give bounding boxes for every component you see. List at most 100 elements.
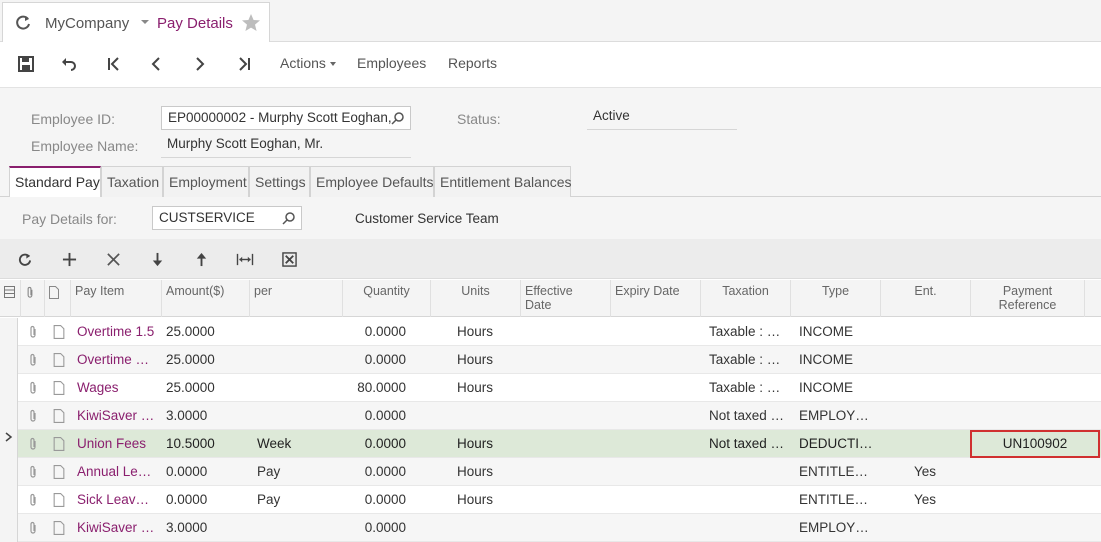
move-up-button[interactable] bbox=[191, 249, 211, 269]
paperclip-icon[interactable] bbox=[27, 493, 39, 507]
paperclip-icon[interactable] bbox=[27, 437, 39, 451]
cell-pay-item[interactable]: Sick Leav… bbox=[77, 486, 159, 514]
header-payment-reference[interactable]: Payment Reference bbox=[970, 280, 1084, 317]
row-selector[interactable] bbox=[0, 402, 18, 430]
paperclip-icon[interactable] bbox=[27, 465, 39, 479]
delete-row-button[interactable] bbox=[103, 249, 123, 269]
header-amount[interactable]: Amount($) bbox=[161, 280, 249, 317]
document-icon[interactable] bbox=[53, 325, 65, 339]
previous-record-button[interactable] bbox=[146, 54, 166, 74]
chevron-down-icon[interactable] bbox=[140, 17, 150, 27]
paperclip-icon[interactable] bbox=[27, 381, 39, 395]
cell-taxation bbox=[709, 486, 789, 514]
document-icon[interactable] bbox=[53, 381, 65, 395]
document-icon[interactable] bbox=[53, 409, 65, 423]
tab-employment[interactable]: Employment bbox=[163, 166, 249, 197]
employee-id-input[interactable]: EP00000002 - Murphy Scott Eoghan, bbox=[161, 106, 411, 130]
header-taxation[interactable]: Taxation bbox=[700, 280, 790, 317]
document-icon[interactable] bbox=[53, 521, 65, 535]
favorite-star-icon[interactable] bbox=[241, 13, 261, 33]
cell-type: INCOME bbox=[799, 352, 853, 367]
cell-pay-item[interactable]: Wages bbox=[77, 374, 159, 402]
header-effective-date-line1: Effective bbox=[525, 284, 573, 298]
employees-link[interactable]: Employees bbox=[357, 55, 426, 71]
add-row-button[interactable] bbox=[59, 249, 79, 269]
tab-employee-defaults[interactable]: Employee Defaults bbox=[310, 166, 434, 197]
move-down-button[interactable] bbox=[147, 249, 167, 269]
row-selector[interactable] bbox=[0, 374, 18, 402]
header-pay-item[interactable]: Pay Item bbox=[70, 280, 161, 317]
header-payref-line1: Payment bbox=[1002, 284, 1053, 298]
cell-pay-item[interactable]: Union Fees bbox=[77, 430, 159, 458]
row-selector[interactable] bbox=[0, 486, 18, 514]
cell-taxation: Taxable : … bbox=[709, 380, 781, 395]
row-selector[interactable] bbox=[0, 318, 18, 346]
table-row[interactable]: Annual Le… 0.0000 Pay 0.0000 Hours ENTITLE… Ye… bbox=[0, 458, 1101, 486]
cell-pay-item[interactable]: KiwiSaver … bbox=[77, 514, 159, 542]
refresh-icon[interactable] bbox=[14, 14, 32, 32]
pay-details-input[interactable]: CUSTSERVICE bbox=[152, 206, 302, 230]
cell-quantity: 0.0000 bbox=[364, 408, 406, 423]
cell-payment-reference[interactable]: UN100902 bbox=[970, 430, 1100, 458]
arrow-up-icon bbox=[196, 252, 206, 266]
cell-per bbox=[257, 402, 337, 430]
table-row[interactable]: KiwiSaver … 3.0000 0.0000 Not taxed … EMPLOY… bbox=[0, 402, 1101, 430]
next-record-button[interactable] bbox=[190, 54, 210, 74]
header-row-selector[interactable] bbox=[0, 280, 20, 317]
paperclip-icon[interactable] bbox=[27, 409, 39, 423]
cell-units: Hours bbox=[456, 352, 493, 367]
grid-refresh-button[interactable] bbox=[14, 249, 34, 269]
fit-width-icon bbox=[236, 253, 254, 265]
paperclip-icon[interactable] bbox=[27, 521, 39, 535]
document-icon[interactable] bbox=[53, 493, 65, 507]
save-button[interactable] bbox=[16, 54, 36, 74]
tab-taxation[interactable]: Taxation bbox=[101, 166, 163, 197]
actions-menu[interactable]: Actions bbox=[280, 55, 336, 71]
reports-link[interactable]: Reports bbox=[448, 55, 497, 71]
undo-button[interactable] bbox=[59, 54, 79, 74]
cell-amount: 25.0000 bbox=[166, 324, 215, 339]
document-icon[interactable] bbox=[53, 465, 65, 479]
paperclip-icon[interactable] bbox=[27, 353, 39, 367]
header-ent[interactable]: Ent. bbox=[880, 280, 970, 317]
header-quantity[interactable]: Quantity bbox=[342, 280, 430, 317]
row-selector[interactable] bbox=[0, 430, 18, 458]
tab-settings[interactable]: Settings bbox=[249, 166, 310, 197]
row-selector[interactable] bbox=[0, 514, 18, 542]
row-selector[interactable] bbox=[0, 346, 18, 374]
first-record-button[interactable] bbox=[104, 54, 124, 74]
header-expiry-date[interactable]: Expiry Date bbox=[610, 280, 700, 317]
fit-columns-button[interactable] bbox=[235, 249, 255, 269]
search-icon[interactable] bbox=[391, 111, 405, 125]
table-row[interactable]: Overtime 1.5 25.0000 0.0000 Hours Taxable : … bbox=[0, 318, 1101, 346]
status-field[interactable]: Active bbox=[587, 106, 737, 130]
pay-details-bar: Pay Details for: CUSTSERVICE Customer Se… bbox=[0, 197, 1101, 239]
table-row[interactable]: Wages 25.0000 80.0000 Hours Taxable : … INCOM… bbox=[0, 374, 1101, 402]
document-icon[interactable] bbox=[53, 353, 65, 367]
cell-quantity: 0.0000 bbox=[364, 436, 406, 451]
table-row[interactable]: Sick Leav… 0.0000 Pay 0.0000 Hours ENTITLE… Ye… bbox=[0, 486, 1101, 514]
header-effective-date[interactable]: Effective Date bbox=[520, 280, 610, 317]
cell-pay-item[interactable]: Overtime 1.5 bbox=[77, 318, 159, 346]
header-units[interactable]: Units bbox=[430, 280, 520, 317]
tab-standard-pay[interactable]: Standard Pay bbox=[9, 166, 101, 198]
export-excel-button[interactable] bbox=[279, 249, 299, 269]
header-per[interactable]: per bbox=[249, 280, 342, 317]
tab-entitlement-balances[interactable]: Entitlement Balances bbox=[434, 166, 572, 197]
company-name[interactable]: MyCompany bbox=[45, 15, 129, 32]
row-selector[interactable] bbox=[0, 458, 18, 486]
paperclip-icon[interactable] bbox=[27, 325, 39, 339]
cell-pay-item[interactable]: Annual Le… bbox=[77, 458, 159, 486]
last-record-button[interactable] bbox=[234, 54, 254, 74]
search-icon[interactable] bbox=[282, 211, 296, 225]
cell-pay-item[interactable]: KiwiSaver … bbox=[77, 402, 159, 430]
cell-pay-item[interactable]: Overtime … bbox=[77, 346, 159, 374]
header-type[interactable]: Type bbox=[790, 280, 880, 317]
column-chooser-icon bbox=[4, 286, 15, 298]
table-row[interactable]: Union Fees 10.5000 Week 0.0000 Hours Not taxe… bbox=[0, 430, 1101, 458]
table-row[interactable]: KiwiSaver … 3.0000 0.0000 EMPLOY… bbox=[0, 514, 1101, 542]
employee-id-label: Employee ID: bbox=[31, 111, 116, 127]
document-icon[interactable] bbox=[53, 437, 65, 451]
table-row[interactable]: Overtime … 25.0000 0.0000 Hours Taxable : … I… bbox=[0, 346, 1101, 374]
cell-taxation: Not taxed … bbox=[709, 408, 785, 423]
